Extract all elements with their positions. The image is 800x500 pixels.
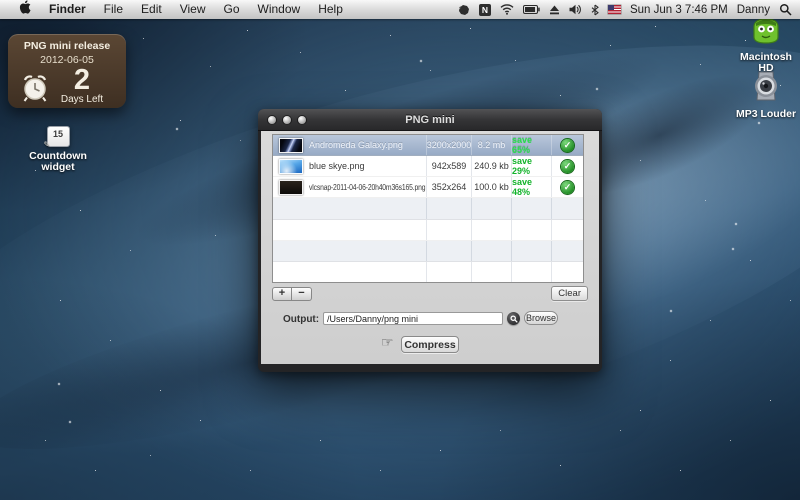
widget-days-remaining: 2: [38, 64, 126, 97]
menu-item-help[interactable]: Help: [309, 0, 352, 19]
file-save-percent: save 48%: [512, 177, 552, 197]
add-file-button[interactable]: +: [272, 287, 292, 301]
menu-item-app[interactable]: Finder: [40, 0, 95, 19]
zoom-button[interactable]: [298, 116, 306, 124]
table-row[interactable]: vlcsnap-2011-04-06-20h40m36s165.png 352x…: [273, 177, 583, 198]
file-save-percent: save 65%: [512, 135, 552, 155]
menu-bar-status: N Sun Jun 3 7:46 PM Danny: [458, 3, 800, 16]
empty-table-row: [273, 262, 583, 282]
magnifier-icon: [510, 315, 518, 323]
pencil-icon: ✎: [44, 140, 51, 149]
output-path-field[interactable]: [323, 312, 503, 325]
thumbnail-sky: [279, 159, 303, 174]
png-mini-window: PNG mini Andromeda Galaxy.png 3200x2000 …: [258, 109, 602, 372]
calendar-widget-label: Countdown widget: [20, 151, 96, 173]
widget-title: PNG mini release: [8, 40, 126, 52]
empty-table-row: [273, 241, 583, 262]
eject-icon[interactable]: [549, 5, 560, 15]
countdown-widget-icon[interactable]: 15 ✎ Countdown widget: [20, 126, 96, 173]
menu-item-view[interactable]: View: [171, 0, 215, 19]
check-icon: ✓: [561, 160, 574, 173]
menu-item-file[interactable]: File: [95, 0, 132, 19]
file-dimensions: 352x264: [427, 177, 472, 197]
file-size: 8.2 mb: [472, 135, 512, 155]
menu-bar-left: Finder File Edit View Go Window Help: [0, 0, 352, 20]
browse-button[interactable]: Browse: [524, 311, 558, 325]
menu-bar: Finder File Edit View Go Window Help N: [0, 0, 800, 19]
add-remove-buttons: + −: [272, 287, 312, 301]
spotlight-icon[interactable]: [779, 3, 792, 16]
widget-days-label: Days Left: [38, 94, 126, 105]
input-source-icon[interactable]: N: [479, 4, 491, 16]
empty-table-row: [273, 198, 583, 219]
thumbnail-galaxy: [279, 138, 303, 153]
growl-icon[interactable]: [458, 4, 470, 16]
apple-logo-icon: [19, 0, 31, 14]
window-title: PNG mini: [405, 114, 455, 126]
compress-button[interactable]: Compress: [401, 336, 459, 353]
desktop-icon-macintosh-hd[interactable]: Macintosh HD: [730, 13, 800, 74]
window-content: Andromeda Galaxy.png 3200x2000 8.2 mb sa…: [261, 131, 599, 364]
speaker-icon: [749, 70, 783, 102]
calendar-icon: 15 ✎: [47, 126, 70, 147]
menu-item-go[interactable]: Go: [215, 0, 249, 19]
file-size: 100.0 kb: [472, 177, 512, 197]
check-icon: ✓: [561, 139, 574, 152]
mp3-louder-label: MP3 Louder: [730, 109, 800, 120]
thumbnail-snapshot: [279, 180, 303, 195]
pointing-hand-icon: ☞: [381, 334, 394, 351]
volume-icon[interactable]: [569, 4, 582, 15]
countdown-widget[interactable]: PNG mini release 2012-06-05 2 Days Left: [8, 34, 126, 108]
menu-user[interactable]: Danny: [737, 4, 770, 16]
calendar-day: 15: [48, 129, 69, 139]
table-row[interactable]: blue skye.png 942x589 240.9 kb save 29% …: [273, 156, 583, 177]
battery-icon[interactable]: [523, 5, 540, 14]
desktop: { "menu_bar": { "app_name": "Finder", "m…: [0, 0, 800, 500]
wifi-icon[interactable]: [500, 4, 514, 15]
file-name: vlcsnap-2011-04-06-20h40m36s165.png: [309, 182, 425, 192]
menu-item-edit[interactable]: Edit: [132, 0, 171, 19]
menu-clock[interactable]: Sun Jun 3 7:46 PM: [630, 4, 728, 16]
file-save-percent: save 29%: [512, 156, 552, 176]
remove-file-button[interactable]: −: [292, 287, 312, 301]
reveal-path-button[interactable]: [507, 312, 520, 325]
traffic-lights: [268, 116, 306, 124]
output-label: Output:: [283, 314, 319, 325]
check-icon: ✓: [561, 181, 574, 194]
file-size: 240.9 kb: [472, 156, 512, 176]
apple-menu-icon[interactable]: [10, 0, 40, 20]
window-titlebar[interactable]: PNG mini: [258, 109, 602, 131]
file-name: blue skye.png: [309, 161, 365, 171]
clear-button[interactable]: Clear: [551, 286, 588, 301]
close-button[interactable]: [268, 116, 276, 124]
file-dimensions: 3200x2000: [427, 135, 472, 155]
bluetooth-icon[interactable]: [591, 4, 599, 16]
desktop-icon-mp3-louder[interactable]: MP3 Louder: [730, 70, 800, 120]
file-dimensions: 942x589: [427, 156, 472, 176]
table-row[interactable]: Andromeda Galaxy.png 3200x2000 8.2 mb sa…: [273, 135, 583, 156]
menu-item-window[interactable]: Window: [249, 0, 310, 19]
empty-table-row: [273, 220, 583, 241]
us-flag-icon[interactable]: [608, 5, 621, 14]
file-name: Andromeda Galaxy.png: [309, 140, 403, 150]
file-table[interactable]: Andromeda Galaxy.png 3200x2000 8.2 mb sa…: [272, 134, 584, 283]
minimize-button[interactable]: [283, 116, 291, 124]
